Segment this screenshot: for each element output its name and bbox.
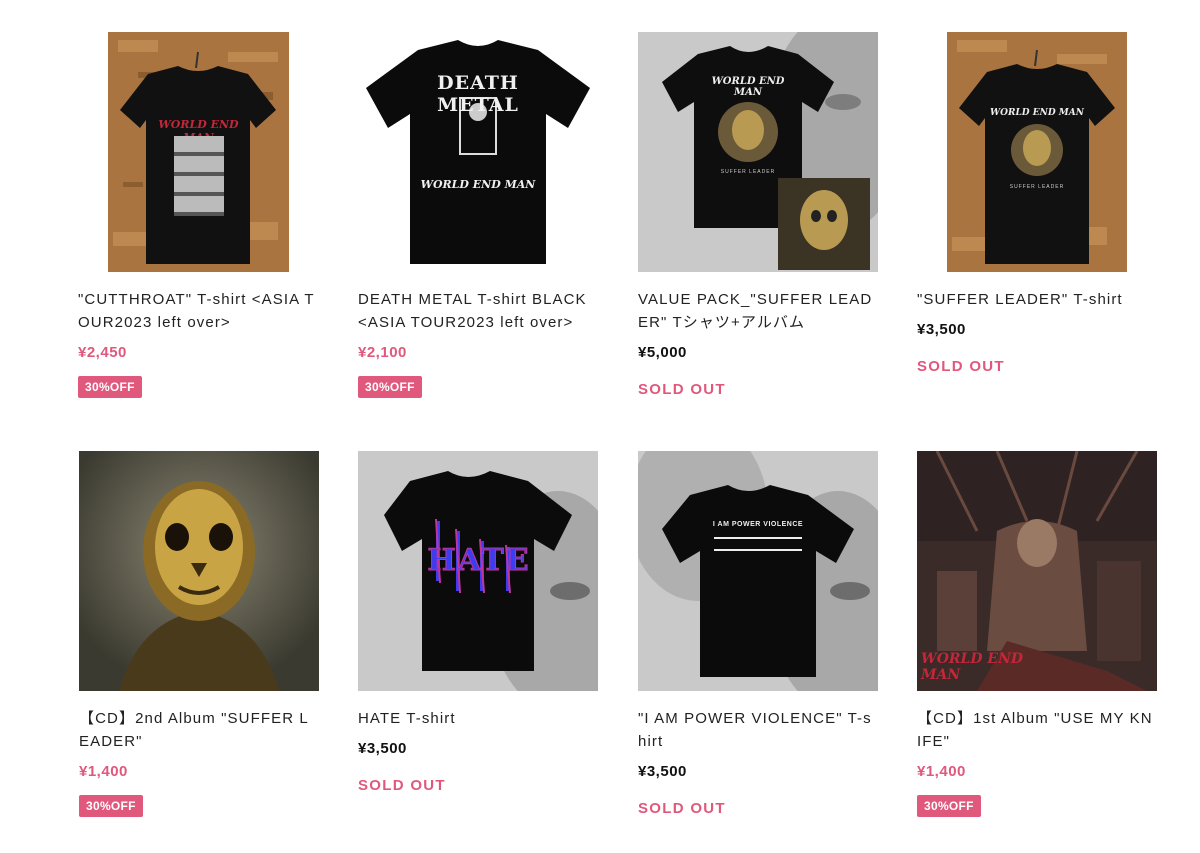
print-photos xyxy=(174,136,224,216)
print-text-secondary: SUFFER LEADER xyxy=(720,169,776,175)
product-card[interactable]: 【CD】2nd Album "SUFFER LEADER" ¥1,400 30%… xyxy=(79,451,319,817)
product-price: ¥1,400 xyxy=(79,763,128,780)
print-text: WORLD END MAN xyxy=(711,76,785,98)
product-image[interactable]: I AM POWER VIOLENCE xyxy=(638,451,878,691)
product-title[interactable]: HATE T-shirt xyxy=(358,707,598,730)
product-image[interactable]: DEATH METAL WORLD END MAN xyxy=(358,32,598,272)
product-card[interactable]: WORLD END MAN SUFFER LEADER VALUE PACK_"… xyxy=(638,32,878,398)
product-card[interactable]: HATE HATE T-shirt ¥3,500 SOLD OUT xyxy=(358,451,598,794)
product-image[interactable]: HATE xyxy=(358,451,598,691)
product-title[interactable]: VALUE PACK_"SUFFER LEADER" Tシャツ+アルバム xyxy=(638,288,878,334)
sold-out-label: SOLD OUT xyxy=(638,381,726,398)
sold-out-label: SOLD OUT xyxy=(917,358,1005,375)
product-card[interactable]: I AM POWER VIOLENCE "I AM POWER VIOLENCE… xyxy=(638,451,878,817)
print-text: HATE xyxy=(427,543,531,579)
product-image[interactable]: WORLD END MAN xyxy=(917,451,1157,691)
product-image[interactable]: WORLD END MAN SUFFER LEADER xyxy=(638,32,878,272)
product-price: ¥1,400 xyxy=(917,763,966,780)
print-text: DEATH METAL xyxy=(437,72,519,116)
product-image[interactable]: WORLD END MAN SUFFER LEADER xyxy=(947,32,1127,272)
product-title[interactable]: "I AM POWER VIOLENCE" T-shirt xyxy=(638,707,878,753)
sold-out-label: SOLD OUT xyxy=(638,800,726,817)
discount-badge: 30%OFF xyxy=(79,795,143,817)
product-price: ¥3,500 xyxy=(358,740,407,757)
product-title[interactable]: "SUFFER LEADER" T-shirt xyxy=(917,288,1187,311)
product-title[interactable]: 【CD】1st Album "USE MY KNIFE" xyxy=(917,707,1157,753)
print-text-secondary: SUFFER LEADER xyxy=(1009,184,1065,190)
product-image[interactable] xyxy=(79,451,319,691)
product-title[interactable]: "CUTTHROAT" T-shirt <ASIA TOUR2023 left … xyxy=(78,288,318,334)
print-text: WORLD END MAN xyxy=(921,651,1024,683)
discount-badge: 30%OFF xyxy=(78,376,142,398)
product-price: ¥2,450 xyxy=(78,344,127,361)
discount-badge: 30%OFF xyxy=(358,376,422,398)
product-price: ¥5,000 xyxy=(638,344,687,361)
product-image[interactable]: WORLD END MAN xyxy=(108,32,289,272)
product-price: ¥2,100 xyxy=(358,344,407,361)
product-card[interactable]: WORLD END MAN SUFFER LEADER "SUFFER LEAD… xyxy=(917,32,1187,375)
print-text-secondary: WORLD END MAN xyxy=(420,178,536,191)
discount-badge: 30%OFF xyxy=(917,795,981,817)
product-title[interactable]: 【CD】2nd Album "SUFFER LEADER" xyxy=(79,707,319,753)
sold-out-label: SOLD OUT xyxy=(358,777,446,794)
product-price: ¥3,500 xyxy=(638,763,687,780)
product-title[interactable]: DEATH METAL T-shirt BLACK <ASIA TOUR2023… xyxy=(358,288,598,334)
product-card[interactable]: WORLD END MAN 【CD】1st Album "USE MY KNIF… xyxy=(917,451,1157,817)
print-text: WORLD END MAN xyxy=(990,108,1084,118)
product-card[interactable]: DEATH METAL WORLD END MAN DEATH METAL T-… xyxy=(358,32,598,398)
product-price: ¥3,500 xyxy=(917,321,966,338)
print-text: I AM POWER VIOLENCE xyxy=(712,521,804,528)
product-card[interactable]: WORLD END MAN "CUTTHROAT" T-shirt <ASIA … xyxy=(78,32,314,398)
